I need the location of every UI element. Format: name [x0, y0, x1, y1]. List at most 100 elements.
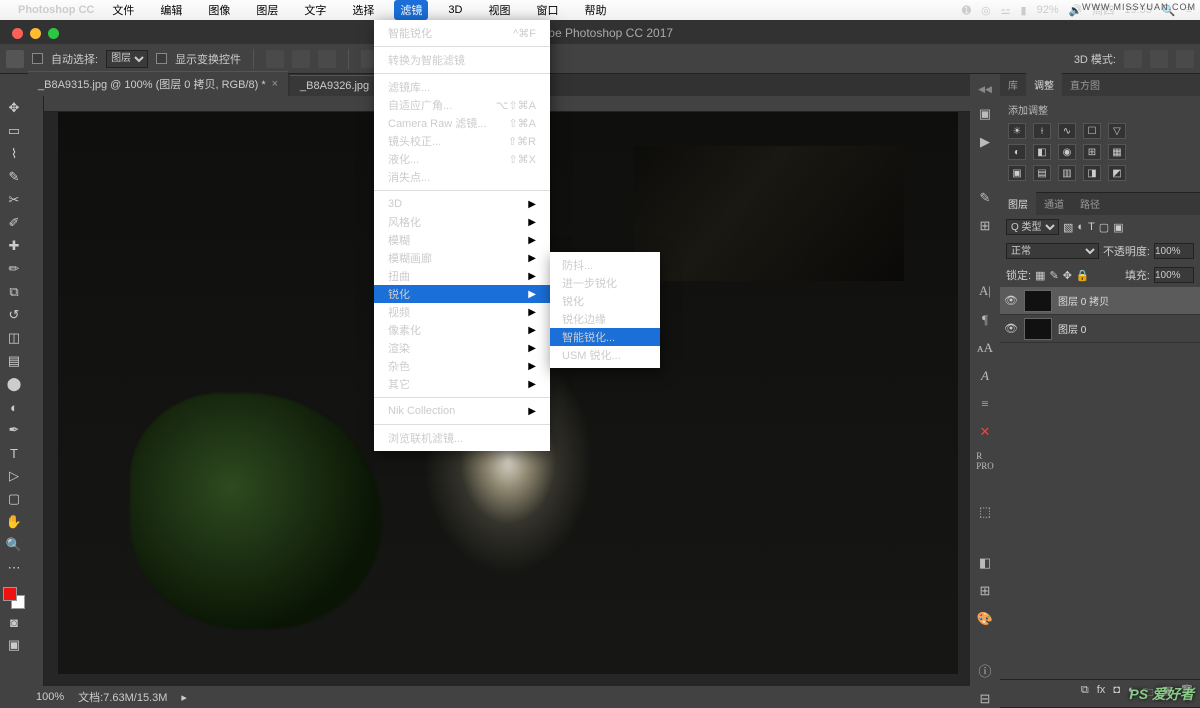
adj-selective-icon[interactable]: ◩: [1108, 165, 1126, 181]
menu-adaptive-wide[interactable]: 自适应广角...⌥⇧⌘A: [374, 96, 550, 114]
status-more-icon[interactable]: ▸: [181, 691, 187, 704]
paragraph-styles-icon[interactable]: ≡: [975, 395, 995, 413]
color-swatches[interactable]: [3, 587, 25, 609]
glyphs-panel-icon[interactable]: ᴀA: [975, 339, 995, 357]
menu-select[interactable]: 选择: [346, 0, 380, 20]
close-window[interactable]: [12, 28, 23, 39]
marquee-tool[interactable]: ▭: [3, 121, 25, 141]
tab-channels[interactable]: 通道: [1036, 192, 1072, 215]
hand-tool[interactable]: ✋: [3, 512, 25, 532]
tab-layers[interactable]: 图层: [1000, 192, 1036, 215]
menu-other[interactable]: 其它▶: [374, 375, 550, 393]
volume-icon[interactable]: 🔊: [1069, 4, 1083, 17]
menu-nik[interactable]: Nik Collection▶: [374, 402, 550, 420]
history-brush-tool[interactable]: ↺: [3, 305, 25, 325]
character-panel-icon[interactable]: A|: [975, 282, 995, 300]
paragraph-panel-icon[interactable]: ¶: [975, 310, 995, 328]
lock-pixel-icon[interactable]: ✎: [1049, 269, 1058, 282]
menu-sharpen[interactable]: 锐化▶: [374, 285, 550, 303]
cc-icon[interactable]: ◎: [981, 4, 991, 17]
sub-usm-sharpen[interactable]: USM 锐化...: [550, 346, 660, 364]
align-icon[interactable]: [266, 50, 284, 68]
menu-3d[interactable]: 3D▶: [374, 195, 550, 213]
layer-name[interactable]: 图层 0: [1058, 321, 1086, 336]
filter-pixel-icon[interactable]: ▧: [1063, 221, 1073, 234]
opacity-input[interactable]: [1154, 243, 1194, 259]
sub-sharpen[interactable]: 锐化: [550, 292, 660, 310]
edit-toolbar[interactable]: ⋯: [3, 558, 25, 578]
doc-info[interactable]: 文档:7.63M/15.3M: [78, 689, 167, 705]
fill-input[interactable]: [1154, 267, 1194, 283]
brush-tool[interactable]: ✏: [3, 259, 25, 279]
menu-view[interactable]: 视图: [482, 0, 516, 20]
mask-icon[interactable]: ◘: [1113, 684, 1120, 703]
sub-sharpen-edges[interactable]: 锐化边缘: [550, 310, 660, 328]
menu-render[interactable]: 渲染▶: [374, 339, 550, 357]
brush-panel-icon[interactable]: ✎: [975, 189, 995, 207]
3d-panel-icon[interactable]: ⬚: [975, 503, 995, 521]
menu-file[interactable]: 文件: [106, 0, 140, 20]
stamp-tool[interactable]: ⧉: [3, 282, 25, 302]
actions-panel-icon[interactable]: ▶: [975, 133, 995, 151]
auto-select-checkbox[interactable]: [32, 53, 43, 64]
link-layers-icon[interactable]: ⧉: [1081, 684, 1089, 703]
adj-vibrance-icon[interactable]: ▽: [1108, 123, 1126, 139]
adj-mixer-icon[interactable]: ⊞: [1083, 144, 1101, 160]
menu-distort[interactable]: 扭曲▶: [374, 267, 550, 285]
menu-edit[interactable]: 编辑: [154, 0, 188, 20]
minimize-window[interactable]: [30, 28, 41, 39]
sub-sharpen-more[interactable]: 进一步锐化: [550, 274, 660, 292]
menu-pixelate[interactable]: 像素化▶: [374, 321, 550, 339]
crop-tool[interactable]: ✂: [3, 190, 25, 210]
blur-tool[interactable]: ⬤: [3, 374, 25, 394]
adj-brightness-icon[interactable]: ☀: [1008, 123, 1026, 139]
visibility-icon[interactable]: 👁: [1004, 294, 1018, 307]
layer-row[interactable]: 👁 图层 0 拷贝: [1000, 287, 1200, 315]
info-panel-icon[interactable]: ⓘ: [975, 661, 995, 680]
healing-tool[interactable]: ✚: [3, 236, 25, 256]
zoom-level[interactable]: 100%: [36, 691, 64, 703]
menu-camera-raw[interactable]: Camera Raw 滤镜...⇧⌘A: [374, 114, 550, 132]
fx-icon[interactable]: fx: [1097, 684, 1106, 703]
zoom-window[interactable]: [48, 28, 59, 39]
wechat-icon[interactable]: ➊: [962, 4, 971, 17]
layer-thumb[interactable]: [1024, 318, 1052, 340]
tab-paths[interactable]: 路径: [1072, 192, 1108, 215]
menu-lens-correction[interactable]: 镜头校正...⇧⌘R: [374, 132, 550, 150]
app-name[interactable]: Photoshop CC: [18, 4, 94, 16]
wifi-icon[interactable]: ⚍: [1001, 4, 1011, 17]
filter-smart-icon[interactable]: ▣: [1113, 221, 1123, 234]
dodge-tool[interactable]: ◐: [3, 397, 25, 417]
adj-invert-icon[interactable]: ▣: [1008, 165, 1026, 181]
gradient-tool[interactable]: ▤: [3, 351, 25, 371]
align-icon[interactable]: [292, 50, 310, 68]
tab-adjustments[interactable]: 调整: [1026, 73, 1062, 96]
properties-panel-icon[interactable]: ⊟: [975, 690, 995, 708]
filter-adj-icon[interactable]: ◐: [1077, 221, 1084, 233]
brush-presets-icon[interactable]: ⊞: [975, 217, 995, 235]
adj-bw-icon[interactable]: ◧: [1033, 144, 1051, 160]
3d-icon[interactable]: [1124, 50, 1142, 68]
visibility-icon[interactable]: 👁: [1004, 322, 1018, 335]
menu-help[interactable]: 帮助: [578, 0, 612, 20]
3d-icon[interactable]: [1150, 50, 1168, 68]
lock-trans-icon[interactable]: ▦: [1035, 269, 1045, 282]
menu-stylize[interactable]: 风格化▶: [374, 213, 550, 231]
eraser-tool[interactable]: ◫: [3, 328, 25, 348]
menu-3d[interactable]: 3D: [442, 2, 468, 18]
styles-panel-icon[interactable]: A: [975, 367, 995, 385]
close-panel-icon[interactable]: ✕: [975, 423, 995, 441]
3d-icon[interactable]: [1176, 50, 1194, 68]
menu-noise[interactable]: 杂色▶: [374, 357, 550, 375]
adj-photo-filter-icon[interactable]: ◉: [1058, 144, 1076, 160]
menu-last-filter[interactable]: 智能锐化^⌘F: [374, 24, 550, 42]
color-panel-icon[interactable]: 🎨: [975, 610, 995, 628]
menu-blur[interactable]: 模糊▶: [374, 231, 550, 249]
menu-layer[interactable]: 图层: [250, 0, 284, 20]
eyedropper-tool[interactable]: ✐: [3, 213, 25, 233]
quick-mask-tool[interactable]: ◙: [3, 612, 25, 632]
filter-type-icon[interactable]: T: [1088, 221, 1095, 233]
doc-tab-active[interactable]: _B8A9315.jpg @ 100% (图层 0 拷贝, RGB/8) *×: [28, 71, 288, 96]
menu-liquify[interactable]: 液化...⇧⌘X: [374, 150, 550, 168]
swatches-panel-icon[interactable]: ⊞: [975, 582, 995, 600]
